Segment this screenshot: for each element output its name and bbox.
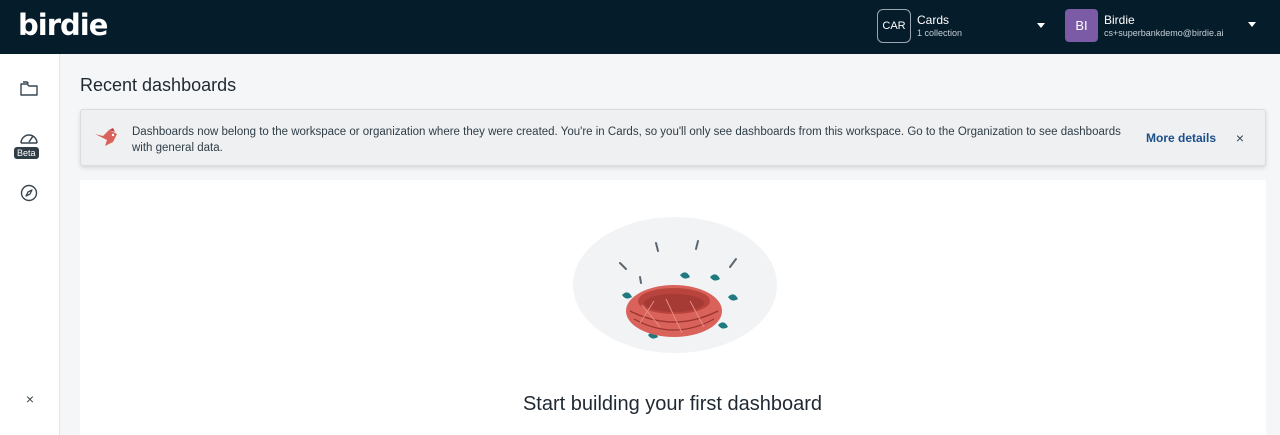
gauge-icon [20,134,38,144]
top-bar: birdie CAR Cards 1 collection BI Birdie … [0,0,1280,54]
sidebar-item-explore[interactable] [14,178,44,208]
avatar: BI [1065,9,1098,42]
close-icon: × [1235,130,1245,146]
sidebar: Beta × [0,54,60,435]
compass-icon [20,184,38,202]
workspace-name: Cards [917,13,950,27]
birdie-bird-icon [95,128,117,146]
info-banner: Dashboards now belong to the workspace o… [80,109,1266,166]
user-name: Birdie [1104,12,1135,27]
user-menu[interactable]: BI Birdie cs+superbankdemo@birdie.ai [1065,9,1223,42]
chevron-down-icon[interactable] [1037,23,1045,28]
beta-badge: Beta [14,147,39,159]
empty-state-title: Start building your first dashboard [522,393,823,415]
page-title: Recent dashboards [80,75,237,95]
birdie-logo[interactable]: birdie [18,8,108,42]
sidebar-item-collections[interactable] [14,74,44,104]
chevron-down-icon[interactable] [1248,22,1256,27]
user-email: cs+superbankdemo@birdie.ai [1104,27,1224,38]
empty-nest-illustration [573,217,777,353]
workspace-badge: CAR [877,9,911,43]
banner-message: Dashboards now belong to the workspace o… [132,126,1121,154]
folder-icon [20,81,38,96]
workspace-subtitle: 1 collection [917,28,963,38]
close-banner-button[interactable]: × [1231,129,1249,147]
workspace-switcher[interactable]: CAR Cards 1 collection [877,9,962,43]
more-details-link[interactable]: More details [1146,131,1216,145]
